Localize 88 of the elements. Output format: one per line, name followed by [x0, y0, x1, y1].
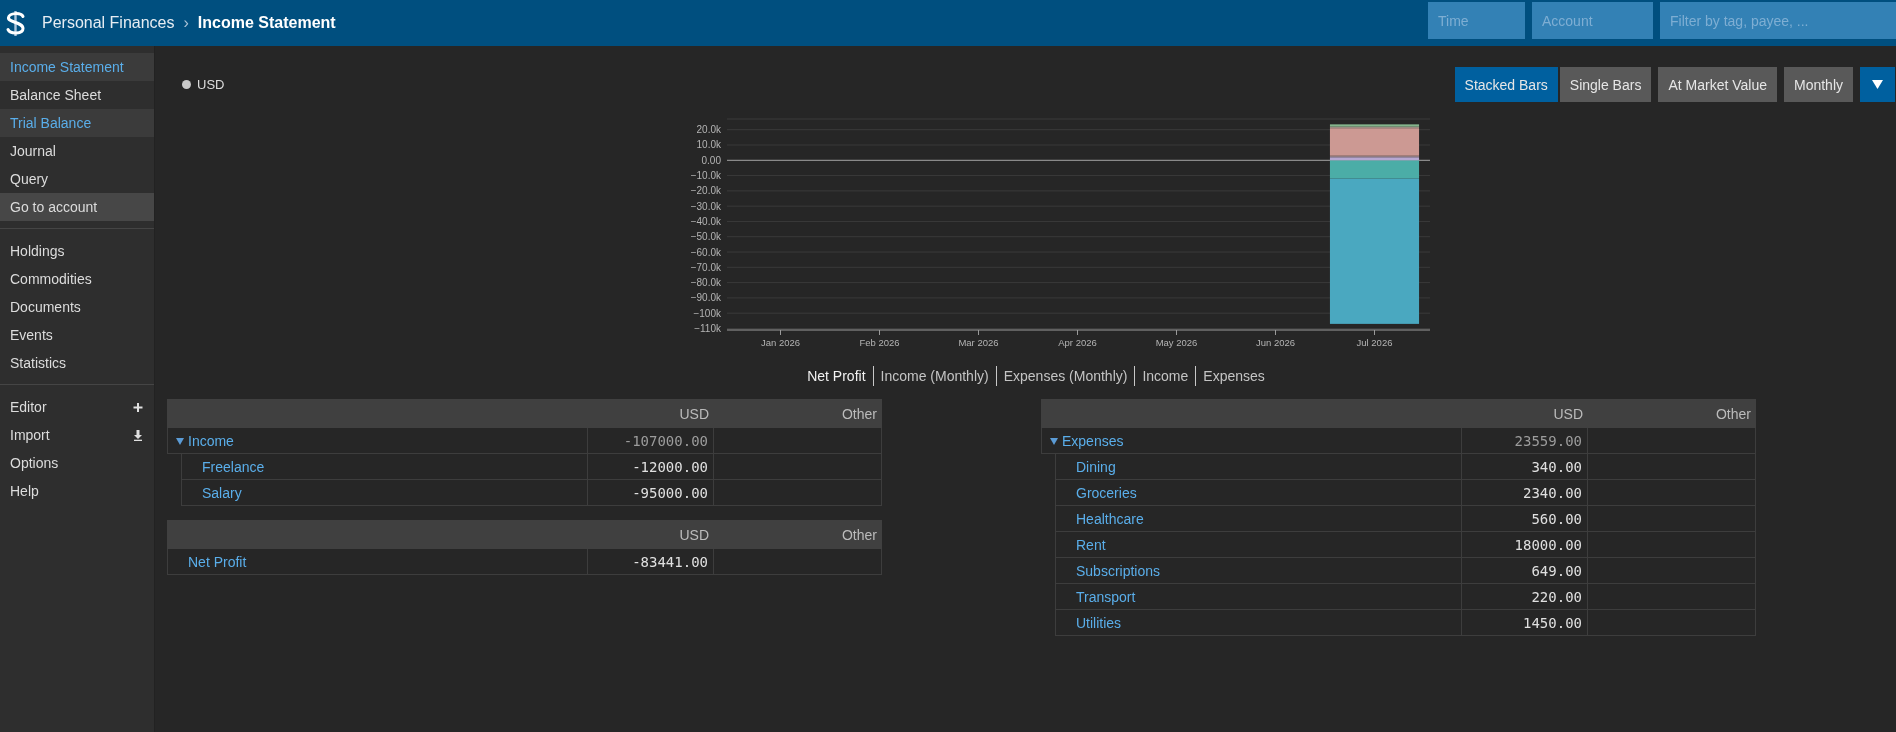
axis-label: −100k [693, 307, 721, 319]
column-header: USD [678, 526, 710, 543]
sidebar-item[interactable]: Income Statement [0, 53, 154, 81]
sidebar-item[interactable]: Balance Sheet [0, 81, 154, 109]
axis-label: 20.0k [696, 124, 721, 136]
account-link[interactable]: Salary [202, 484, 242, 501]
chart-tab[interactable]: Expenses [1195, 366, 1272, 386]
axis-label: 0.00 [701, 154, 721, 166]
chart-tab[interactable]: Expenses (Monthly) [995, 366, 1135, 386]
download-icon [133, 429, 143, 441]
sidebar-item[interactable]: Help [0, 477, 154, 505]
amount-cell: 649.00 [1461, 558, 1587, 583]
sidebar-item[interactable]: Documents [0, 293, 154, 321]
amount-cell: -83441.00 [587, 549, 713, 574]
column-header: Other [1715, 405, 1752, 422]
option-button[interactable]: At Market Value [1658, 67, 1777, 102]
chart-tab[interactable]: Income [1134, 366, 1196, 386]
plus-icon [133, 401, 143, 413]
axis-label: Feb 2026 [859, 337, 900, 348]
axis-label: −30.0k [690, 200, 721, 212]
page-title: Income Statement [197, 14, 336, 32]
sidebar-item[interactable]: Query [0, 165, 154, 193]
account-link[interactable]: Utilities [1076, 614, 1122, 631]
account-link[interactable]: Freelance [202, 458, 265, 475]
amount-cell: -95000.00 [587, 480, 713, 505]
axis-label: −110k [694, 322, 721, 334]
option-button[interactable]: Monthly [1783, 67, 1853, 102]
amount-cell: -107000.00 [587, 428, 713, 453]
breadcrumb-separator: › [183, 14, 189, 32]
sidebar-item[interactable]: Options [0, 449, 154, 477]
sidebar-item[interactable]: Go to account [0, 193, 154, 221]
chart-tab[interactable]: Net Profit [800, 366, 873, 386]
account-link[interactable]: Expenses [1062, 432, 1124, 449]
account-link[interactable]: Groceries [1076, 484, 1137, 501]
axis-label: −40.0k [690, 215, 721, 227]
legend-item[interactable]: USD [182, 77, 225, 92]
sidebar-item[interactable]: Journal [0, 137, 154, 165]
chart-mode-button[interactable]: Single Bars [1559, 67, 1652, 102]
axis-label: −70.0k [690, 261, 721, 273]
ledger-title[interactable]: Personal Finances [42, 14, 175, 32]
amount-cell: 2340.00 [1461, 480, 1587, 505]
filter-field[interactable]: Account [1532, 2, 1653, 39]
toggle-caret-icon[interactable] [1050, 436, 1058, 445]
sidebar-item[interactable]: Events [0, 321, 154, 349]
account-link[interactable]: Rent [1076, 536, 1106, 553]
amount-cell: -12000.00 [587, 454, 713, 479]
axis-label: Mar 2026 [958, 337, 999, 348]
toggle-caret-icon[interactable] [176, 436, 184, 445]
account-link[interactable]: Net Profit [188, 553, 247, 570]
axis-label: Apr 2026 [1058, 337, 1097, 348]
column-header: Other [841, 526, 878, 543]
amount-cell: 560.00 [1461, 506, 1587, 531]
axis-label: 10.0k [696, 139, 721, 151]
axis-label: −10.0k [690, 170, 721, 182]
amount-cell: 340.00 [1461, 454, 1587, 479]
amount-cell: 18000.00 [1461, 532, 1587, 557]
axis-label: −80.0k [690, 277, 721, 289]
axis-label: −90.0k [690, 292, 721, 304]
account-link[interactable]: Dining [1076, 458, 1116, 475]
axis-label: May 2026 [1155, 337, 1198, 348]
axis-label: −50.0k [690, 231, 721, 243]
column-header: Other [841, 405, 878, 422]
account-link[interactable]: Transport [1076, 588, 1136, 605]
chart-mode-button[interactable]: Stacked Bars [1454, 67, 1558, 102]
sidebar-item[interactable]: Import [0, 421, 154, 449]
amount-cell: 220.00 [1461, 584, 1587, 609]
account-link[interactable]: Healthcare [1076, 510, 1144, 527]
account-link[interactable]: Income [188, 432, 234, 449]
axis-label: −20.0k [690, 185, 721, 197]
filter-field[interactable]: Filter by tag, payee, ... [1660, 2, 1896, 39]
sidebar-item[interactable]: Holdings [0, 237, 154, 265]
axis-label: Jul 2026 [1356, 337, 1393, 348]
axis-label: −60.0k [690, 246, 721, 258]
amount-cell: 1450.00 [1461, 610, 1587, 635]
dropdown-button[interactable] [1860, 67, 1895, 102]
account-link[interactable]: Subscriptions [1076, 562, 1161, 579]
column-header: USD [1552, 405, 1584, 422]
sidebar-item[interactable]: Trial Balance [0, 109, 154, 137]
axis-label: Jan 2026 [760, 337, 801, 348]
column-header: USD [678, 405, 710, 422]
sidebar-item[interactable]: Commodities [0, 265, 154, 293]
sidebar-item[interactable]: Statistics [0, 349, 154, 377]
caret-icon [1872, 80, 1883, 89]
chart-tab[interactable]: Income (Monthly) [872, 366, 996, 386]
sidebar-item[interactable]: Editor [0, 393, 154, 421]
filter-field[interactable]: Time [1428, 2, 1525, 39]
axis-label: Jun 2026 [1255, 337, 1296, 348]
amount-cell: 23559.00 [1461, 428, 1587, 453]
